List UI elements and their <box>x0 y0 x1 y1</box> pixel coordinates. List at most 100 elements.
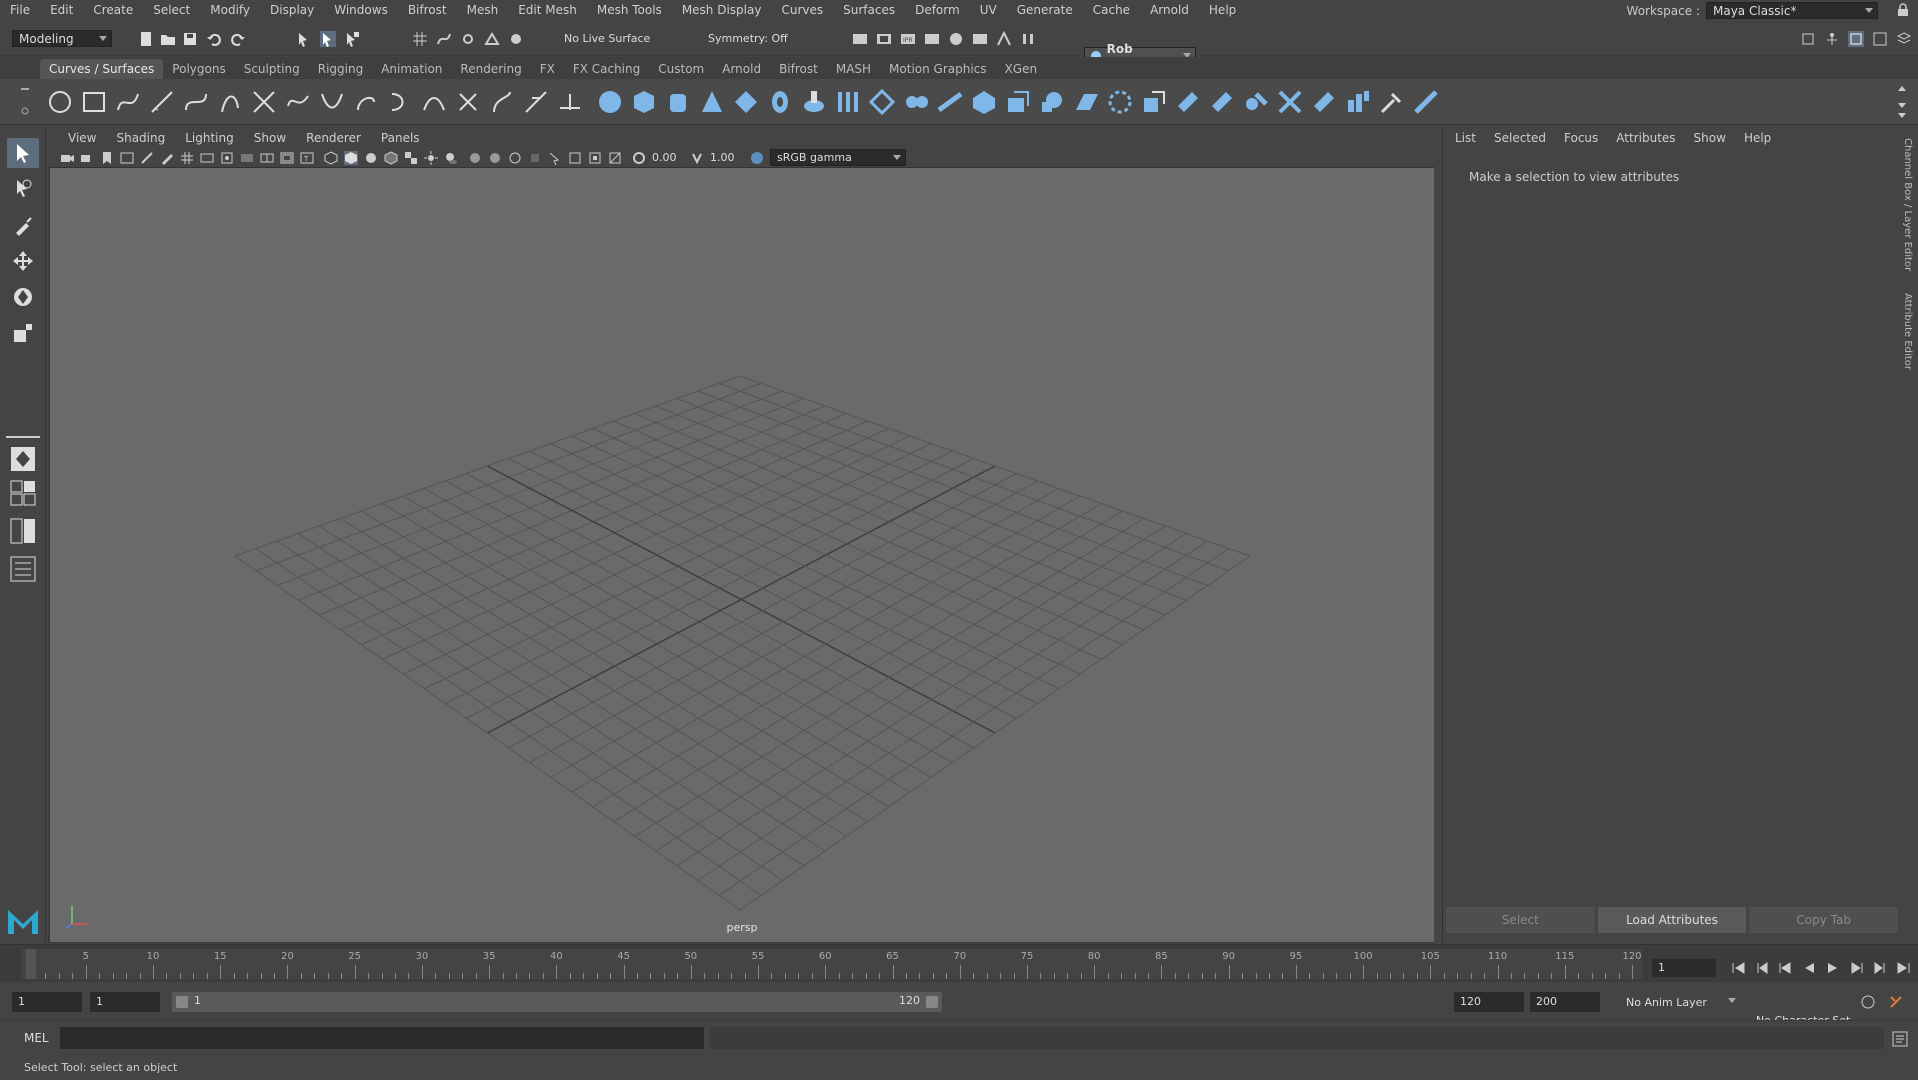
shelf-tab-bifrost[interactable]: Bifrost <box>770 59 827 79</box>
render-view-icon[interactable] <box>852 31 868 47</box>
script-editor-icon[interactable] <box>1892 1031 1908 1047</box>
current-time-indicator[interactable] <box>26 949 36 979</box>
untrim-surfaces-icon[interactable] <box>1344 88 1372 116</box>
workspace-dropdown[interactable]: Maya Classic* <box>1706 2 1878 19</box>
select-component-icon[interactable] <box>344 31 360 47</box>
shelf-tab-sculpting[interactable]: Sculpting <box>235 59 309 79</box>
rebuild-curve-icon[interactable] <box>454 88 482 116</box>
four-view-layout[interactable] <box>7 478 39 508</box>
step-forward-frame-icon[interactable] <box>1850 961 1864 975</box>
animation-end-field[interactable]: 200 <box>1530 992 1600 1012</box>
add-points-icon[interactable] <box>488 88 516 116</box>
surface-editing-icon[interactable] <box>1412 88 1440 116</box>
new-scene-icon[interactable] <box>138 31 154 47</box>
outliner-layout[interactable] <box>7 554 39 584</box>
panel-menu-shading[interactable]: Shading <box>106 131 175 145</box>
shelf-tab-fx[interactable]: FX <box>531 59 564 79</box>
menu-file[interactable]: File <box>0 0 40 20</box>
field-chart-icon[interactable] <box>260 151 274 165</box>
snap-point-icon[interactable] <box>460 31 476 47</box>
loft-icon[interactable] <box>834 88 862 116</box>
snap-grid-icon[interactable] <box>412 31 428 47</box>
shelf-tab-animation[interactable]: Animation <box>372 59 451 79</box>
curve-editing-icon[interactable] <box>522 88 550 116</box>
two-view-layout[interactable] <box>7 516 39 546</box>
open-close-surfaces-icon[interactable] <box>1208 88 1236 116</box>
shelf-tab-curves-surfaces[interactable]: Curves / Surfaces <box>40 59 164 79</box>
snap-view-plane-icon[interactable] <box>484 31 500 47</box>
nurbs-circle-icon[interactable] <box>46 88 74 116</box>
textured-icon[interactable] <box>404 151 418 165</box>
attr-menu-attributes[interactable]: Attributes <box>1616 131 1685 145</box>
safe-title-icon[interactable]: T <box>300 151 314 165</box>
panel-menu-show[interactable]: Show <box>244 131 296 145</box>
step-back-key-icon[interactable] <box>1755 961 1769 975</box>
menu-create[interactable]: Create <box>83 0 143 20</box>
mode-dropdown[interactable]: Modeling <box>12 30 112 47</box>
attach-surfaces-icon[interactable] <box>1106 88 1134 116</box>
smooth-shade-icon[interactable] <box>344 151 358 165</box>
nurbs-cone-icon[interactable] <box>698 88 726 116</box>
exposure-icon[interactable] <box>632 151 646 165</box>
insert-knot-icon[interactable] <box>352 88 380 116</box>
copy-tab-button[interactable]: Copy Tab <box>1749 907 1899 933</box>
detach-curves-icon[interactable] <box>318 88 346 116</box>
shelf-tab-polygons[interactable]: Polygons <box>163 59 234 79</box>
attr-menu-help[interactable]: Help <box>1744 131 1781 145</box>
menu-mesh[interactable]: Mesh <box>457 0 509 20</box>
extrude-icon[interactable] <box>902 88 930 116</box>
twod-pan-zoom-icon[interactable] <box>140 151 154 165</box>
snap-live-icon[interactable] <box>508 31 524 47</box>
move-tool[interactable] <box>7 246 39 276</box>
shadows-icon[interactable] <box>444 151 458 165</box>
nurbs-square-icon[interactable] <box>80 88 108 116</box>
insert-isoparms-icon[interactable] <box>1072 88 1100 116</box>
exposure-value[interactable]: 0.00 <box>652 151 677 164</box>
attr-menu-focus[interactable]: Focus <box>1564 131 1608 145</box>
step-forward-key-icon[interactable] <box>1873 961 1887 975</box>
use-all-lights-icon[interactable] <box>424 151 438 165</box>
side-tab-attribute-editor[interactable]: Attribute Editor <box>1902 293 1913 370</box>
gate-mask-icon[interactable] <box>240 151 254 165</box>
save-scene-icon[interactable] <box>182 31 198 47</box>
revolve-icon[interactable] <box>800 88 828 116</box>
nurbs-torus-icon[interactable] <box>766 88 794 116</box>
menu-modify[interactable]: Modify <box>200 0 260 20</box>
grease-pencil-icon[interactable] <box>160 151 174 165</box>
open-scene-icon[interactable] <box>160 31 176 47</box>
shelf-tab-mash[interactable]: MASH <box>827 59 880 79</box>
go-to-end-icon[interactable] <box>1897 961 1911 975</box>
perspective-viewport[interactable]: persp <box>50 168 1434 942</box>
range-slider-bar[interactable]: 1 120 <box>172 992 942 1012</box>
menu-mesh-tools[interactable]: Mesh Tools <box>587 0 672 20</box>
motion-blur-icon[interactable] <box>488 151 502 165</box>
panel-menu-lighting[interactable]: Lighting <box>175 131 244 145</box>
wireframe-on-shaded-icon[interactable] <box>384 151 398 165</box>
square-surface-icon[interactable] <box>1004 88 1032 116</box>
shelf-tab-rendering[interactable]: Rendering <box>451 59 530 79</box>
modeling-toolkit-icon[interactable] <box>1800 31 1816 47</box>
select-hierarchy-icon[interactable] <box>296 31 312 47</box>
snap-curve-icon[interactable] <box>436 31 452 47</box>
undo-icon[interactable] <box>206 31 222 47</box>
range-end-handle[interactable] <box>926 996 938 1008</box>
shelf-tab-xgen[interactable]: XGen <box>996 59 1047 79</box>
film-gate-icon[interactable] <box>200 151 214 165</box>
menu-bifrost[interactable]: Bifrost <box>398 0 457 20</box>
nurbs-sphere-icon[interactable] <box>596 88 624 116</box>
go-to-start-icon[interactable] <box>1731 961 1745 975</box>
live-surface-label[interactable]: No Live Surface <box>564 32 650 45</box>
load-attributes-button[interactable]: Load Attributes <box>1597 907 1747 933</box>
pencil-curve-icon[interactable] <box>216 88 244 116</box>
shelf-tab-arnold[interactable]: Arnold <box>713 59 770 79</box>
menu-windows[interactable]: Windows <box>324 0 398 20</box>
extend-curve-icon[interactable] <box>386 88 414 116</box>
align-surfaces-icon[interactable] <box>1174 88 1202 116</box>
script-language-toggle[interactable]: MEL <box>24 1031 49 1045</box>
playback-end-field[interactable]: 120 <box>1454 992 1524 1012</box>
bookmark-icon[interactable] <box>100 151 114 165</box>
shelf-menu-icon[interactable] <box>18 83 32 121</box>
ipr-render-icon[interactable]: IPR <box>900 31 916 47</box>
trim-tool-icon[interactable] <box>1310 88 1338 116</box>
color-space-dropdown[interactable]: sRGB gamma <box>770 149 906 166</box>
